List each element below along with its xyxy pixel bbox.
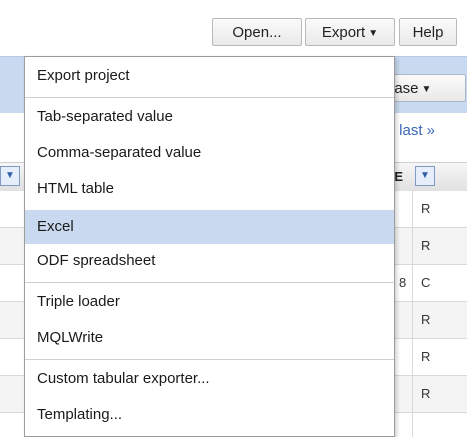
menu-item-templating[interactable]: Templating... (25, 400, 394, 430)
export-button-label: Export (321, 24, 366, 41)
menu-item-excel[interactable]: Excel (25, 210, 394, 244)
export-menu: Export project Tab-separated value Comma… (24, 56, 395, 437)
top-toolbar: Open... Export ▼ Help (0, 0, 467, 56)
chevron-down-icon: ▼ (421, 84, 432, 95)
chevron-down-icon: ▼ (368, 28, 379, 39)
menu-item-odf-spreadsheet[interactable]: ODF spreadsheet (25, 246, 394, 276)
column-dropdown-icon[interactable]: ▼ (415, 166, 435, 186)
menu-item-tab-separated[interactable]: Tab-separated value (25, 102, 394, 132)
last-page-link[interactable]: last » (399, 122, 435, 139)
row-flag: R (421, 201, 431, 216)
menu-item-html-table[interactable]: HTML table (25, 174, 394, 204)
menu-item-custom-tabular-exporter[interactable]: Custom tabular exporter... (25, 364, 394, 394)
help-button[interactable]: Help (399, 18, 457, 46)
help-button-label: Help (412, 24, 444, 41)
pager: › last » (390, 122, 435, 139)
menu-item-triple-loader[interactable]: Triple loader (25, 287, 394, 317)
row-flag: R (421, 349, 431, 364)
row-suffix: 8 (399, 275, 407, 290)
open-button[interactable]: Open... (212, 18, 302, 46)
row-flag: R (421, 386, 431, 401)
menu-item-export-project[interactable]: Export project (25, 61, 394, 91)
open-button-label: Open... (232, 24, 282, 41)
menu-item-mqlwrite[interactable]: MQLWrite (25, 323, 394, 353)
column-divider (412, 190, 413, 437)
menu-divider (25, 282, 394, 283)
menu-divider (25, 97, 394, 98)
row-flag: C (421, 275, 431, 290)
row-flag: R (421, 312, 431, 327)
export-button[interactable]: Export ▼ (305, 18, 395, 46)
menu-divider (25, 359, 394, 360)
column-dropdown-icon[interactable]: ▼ (0, 166, 20, 186)
row-flag: R (421, 238, 431, 253)
menu-item-comma-separated[interactable]: Comma-separated value (25, 138, 394, 168)
